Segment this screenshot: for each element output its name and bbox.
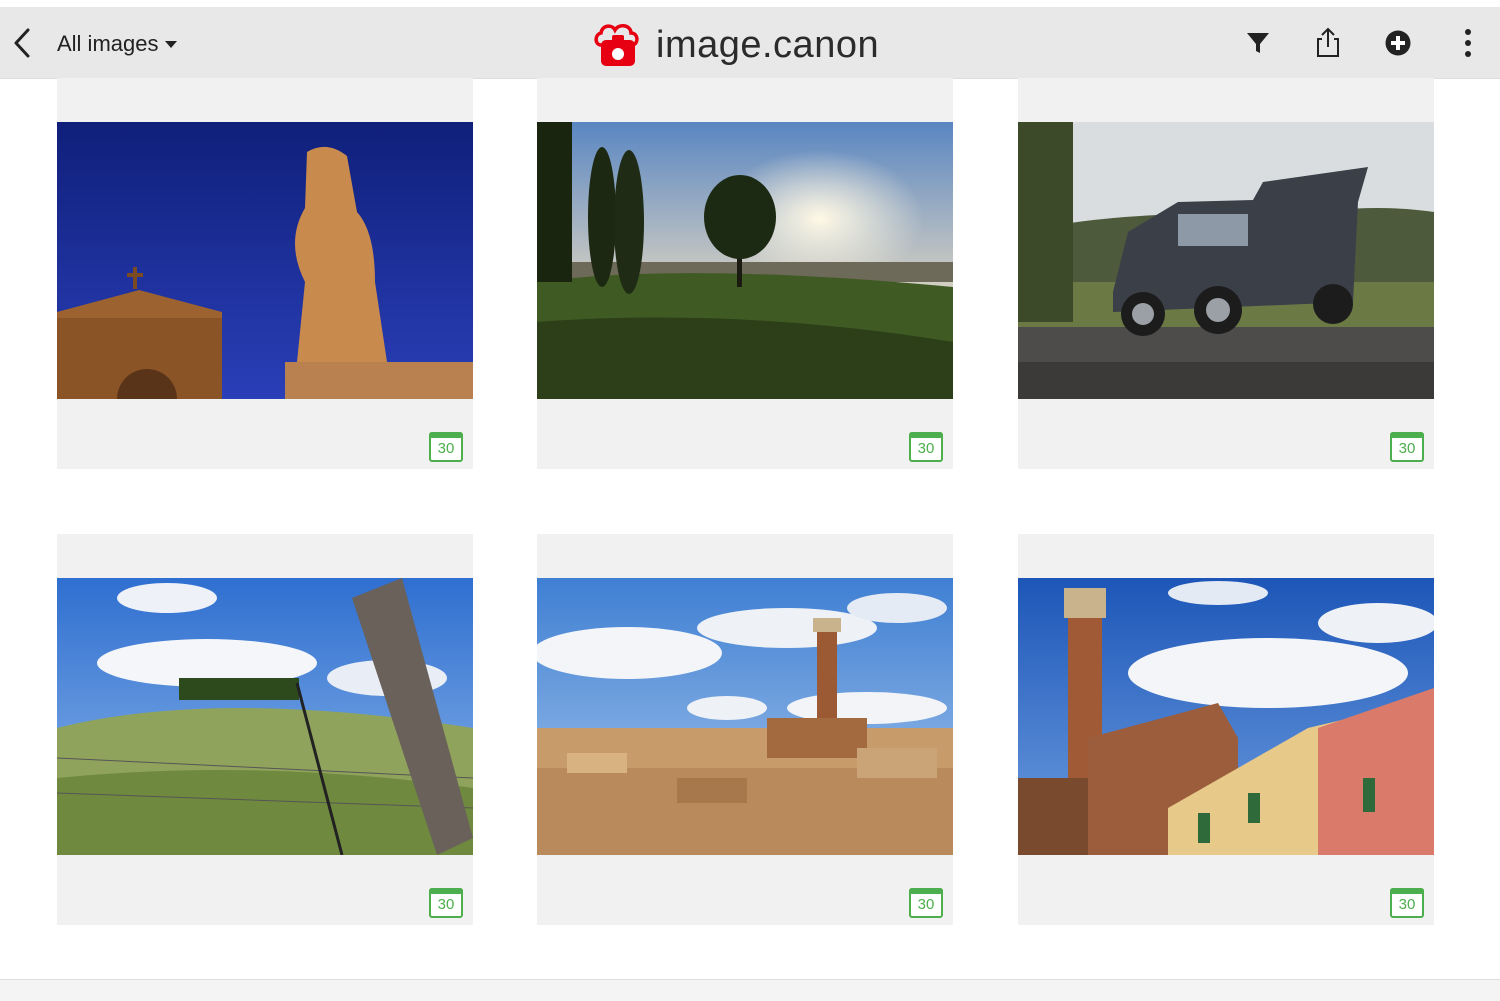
photo-thumbnail[interactable] (1018, 578, 1434, 855)
filter-button[interactable] (1239, 24, 1277, 62)
image-card[interactable]: 30 (57, 78, 473, 469)
cloud-camera-logo-icon (594, 24, 639, 66)
add-icon (1385, 30, 1411, 56)
calendar-badge: 30 (909, 432, 943, 462)
image-card[interactable]: 30 (1018, 78, 1434, 469)
image-card[interactable]: 30 (57, 534, 473, 925)
filter-dropdown-label: All images (57, 31, 159, 56)
bottom-bar (0, 979, 1500, 1001)
caret-down-icon (165, 40, 178, 48)
more-vertical-icon (1465, 29, 1471, 57)
calendar-badge: 30 (909, 888, 943, 918)
photo-thumbnail[interactable] (537, 578, 953, 855)
photo-thumbnail[interactable] (1018, 122, 1434, 399)
calendar-badge: 30 (1390, 432, 1424, 462)
chevron-left-icon (14, 28, 30, 58)
add-button[interactable] (1379, 24, 1417, 62)
filter-icon (1247, 33, 1269, 53)
app-header: All images image.canon (0, 7, 1500, 79)
image-card[interactable]: 30 (537, 78, 953, 469)
image-card[interactable]: 30 (1018, 534, 1434, 925)
image-filter-dropdown[interactable]: All images (57, 29, 178, 59)
calendar-badge: 30 (429, 432, 463, 462)
top-strip (0, 0, 1500, 7)
photo-thumbnail[interactable] (57, 578, 473, 855)
back-button[interactable] (8, 26, 38, 60)
brand: image.canon (592, 15, 879, 75)
image-card[interactable]: 30 (537, 534, 953, 925)
share-button[interactable] (1309, 24, 1347, 62)
photo-thumbnail[interactable] (57, 122, 473, 399)
brand-name: image.canon (656, 23, 880, 66)
photo-thumbnail[interactable] (537, 122, 953, 399)
more-options-button[interactable] (1449, 24, 1487, 62)
calendar-badge: 30 (429, 888, 463, 918)
calendar-badge: 30 (1390, 888, 1424, 918)
share-icon (1317, 27, 1339, 57)
